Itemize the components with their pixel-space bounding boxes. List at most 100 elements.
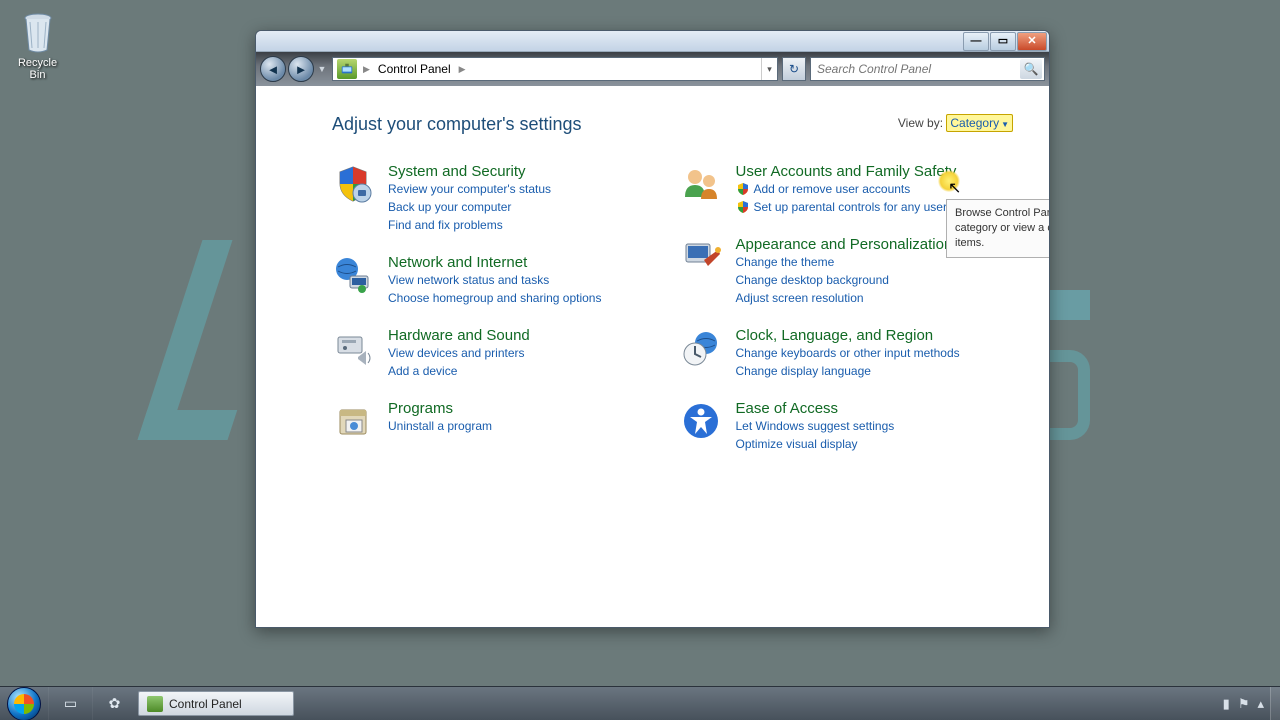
category-link[interactable]: Adjust screen resolution	[736, 289, 953, 307]
category-link-label: Set up parental controls for any user	[754, 198, 947, 216]
category-link[interactable]: Change the theme	[736, 253, 953, 271]
category-item: ProgramsUninstall a program	[332, 400, 656, 442]
category-link-label: Adjust screen resolution	[736, 289, 864, 307]
category-link-label: View network status and tasks	[388, 271, 549, 289]
category-link[interactable]: Set up parental controls for any user	[736, 198, 957, 216]
category-link[interactable]: Add or remove user accounts	[736, 180, 957, 198]
view-by-control: View by: Category▼	[898, 116, 1013, 130]
tray-flag-icon[interactable]: ⚑	[1238, 696, 1250, 712]
category-link-label: Back up your computer	[388, 198, 511, 216]
category-link-label: Choose homegroup and sharing options	[388, 289, 601, 307]
search-bar[interactable]: 🔍	[810, 57, 1045, 81]
category-item: Clock, Language, and RegionChange keyboa…	[680, 327, 1004, 380]
control-panel-icon	[337, 59, 357, 79]
category-item: System and SecurityReview your computer'…	[332, 163, 656, 234]
category-link-label: Find and fix problems	[388, 216, 503, 234]
maximize-button[interactable]: ▭	[990, 32, 1016, 51]
category-link-label: Let Windows suggest settings	[736, 417, 895, 435]
view-by-label: View by:	[898, 116, 943, 130]
wallpaper-deco	[1050, 350, 1090, 440]
category-link[interactable]: Add a device	[388, 362, 530, 380]
view-by-tooltip: Browse Control Panel items by category o…	[946, 199, 1049, 258]
address-dropdown[interactable]: ▾	[761, 58, 777, 80]
taskbar-pinned-explorer[interactable]: ▭	[48, 687, 92, 720]
nav-forward-button[interactable]: ►	[288, 56, 314, 82]
category-title[interactable]: Appearance and Personalization	[736, 236, 953, 253]
search-icon[interactable]: 🔍	[1020, 59, 1042, 79]
category-link[interactable]: Find and fix problems	[388, 216, 551, 234]
category-title[interactable]: System and Security	[388, 163, 551, 180]
category-column-left: System and SecurityReview your computer'…	[332, 163, 656, 453]
view-by-value: Category	[950, 116, 999, 130]
category-title[interactable]: Clock, Language, and Region	[736, 327, 960, 344]
category-link[interactable]: Choose homegroup and sharing options	[388, 289, 601, 307]
category-link-label: Review your computer's status	[388, 180, 551, 198]
category-icon	[332, 163, 374, 205]
category-link[interactable]: Change keyboards or other input methods	[736, 344, 960, 362]
taskbar-item-label: Control Panel	[169, 697, 242, 711]
category-title[interactable]: Ease of Access	[736, 400, 895, 417]
view-by-dropdown[interactable]: Category▼	[946, 114, 1013, 132]
tray-battery-icon[interactable]: ▮	[1223, 696, 1230, 712]
category-link-label: Change desktop background	[736, 271, 889, 289]
search-input[interactable]	[811, 62, 1020, 76]
taskbar-item-control-panel[interactable]: Control Panel	[138, 691, 294, 716]
category-link[interactable]: Let Windows suggest settings	[736, 417, 895, 435]
category-icon	[332, 400, 374, 442]
category-link[interactable]: Change desktop background	[736, 271, 953, 289]
category-item: Hardware and SoundView devices and print…	[332, 327, 656, 380]
category-link[interactable]: Uninstall a program	[388, 417, 492, 435]
category-icon	[680, 327, 722, 369]
windows-orb-icon	[7, 687, 41, 720]
system-tray[interactable]: ▮ ⚑ ▴	[1217, 687, 1270, 720]
window-titlebar[interactable]: — ▭ ✕	[256, 31, 1049, 52]
refresh-button[interactable]: ↻	[782, 57, 806, 81]
control-panel-window: — ▭ ✕ ◄ ► ▼ ▶ Control Panel ▶ ▾ ↻ 🔍 Adju…	[255, 30, 1050, 628]
shield-icon	[736, 182, 750, 196]
explorer-toolbar: ◄ ► ▼ ▶ Control Panel ▶ ▾ ↻ 🔍	[256, 52, 1049, 86]
category-icon	[332, 254, 374, 296]
category-link[interactable]: View network status and tasks	[388, 271, 601, 289]
category-link[interactable]: Optimize visual display	[736, 435, 895, 453]
category-title[interactable]: Hardware and Sound	[388, 327, 530, 344]
category-title[interactable]: Network and Internet	[388, 254, 601, 271]
control-panel-icon	[147, 696, 163, 712]
show-desktop-button[interactable]	[1270, 687, 1280, 720]
category-item: Network and InternetView network status …	[332, 254, 656, 307]
chevron-down-icon: ▼	[1001, 120, 1009, 129]
category-link-label: Add or remove user accounts	[754, 180, 911, 198]
category-icon	[680, 400, 722, 442]
category-link-label: Change keyboards or other input methods	[736, 344, 960, 362]
shield-icon	[736, 200, 750, 214]
taskbar-pinned-app[interactable]: ✿	[92, 687, 136, 720]
category-link[interactable]: Review your computer's status	[388, 180, 551, 198]
minimize-button[interactable]: —	[963, 32, 989, 51]
trash-icon	[20, 10, 56, 54]
address-bar[interactable]: ▶ Control Panel ▶ ▾	[332, 57, 778, 81]
recycle-bin-desktop-icon[interactable]: Recycle Bin	[10, 10, 65, 81]
nav-history-dropdown[interactable]: ▼	[316, 60, 328, 78]
category-title[interactable]: Programs	[388, 400, 492, 417]
category-item: Ease of AccessLet Windows suggest settin…	[680, 400, 1004, 453]
category-link[interactable]: View devices and printers	[388, 344, 530, 362]
close-button[interactable]: ✕	[1017, 32, 1047, 51]
category-link-label: View devices and printers	[388, 344, 525, 362]
category-link-label: Optimize visual display	[736, 435, 858, 453]
wallpaper-deco	[1050, 290, 1090, 320]
taskbar: ▭ ✿ Control Panel ▮ ⚑ ▴	[0, 686, 1280, 720]
category-link[interactable]: Back up your computer	[388, 198, 551, 216]
content-area: Adjust your computer's settings View by:…	[256, 86, 1049, 627]
start-button[interactable]	[0, 687, 48, 720]
category-icon	[332, 327, 374, 369]
recycle-bin-label: Recycle Bin	[10, 57, 65, 81]
category-link-label: Add a device	[388, 362, 457, 380]
nav-back-button[interactable]: ◄	[260, 56, 286, 82]
category-icon	[680, 236, 722, 278]
chevron-right-icon: ▶	[457, 64, 468, 75]
category-link-label: Change display language	[736, 362, 871, 380]
address-segment[interactable]: Control Panel	[372, 58, 457, 80]
category-title[interactable]: User Accounts and Family Safety	[736, 163, 957, 180]
tray-chevron-icon[interactable]: ▴	[1257, 696, 1264, 712]
category-link-label: Change the theme	[736, 253, 835, 271]
category-link[interactable]: Change display language	[736, 362, 960, 380]
